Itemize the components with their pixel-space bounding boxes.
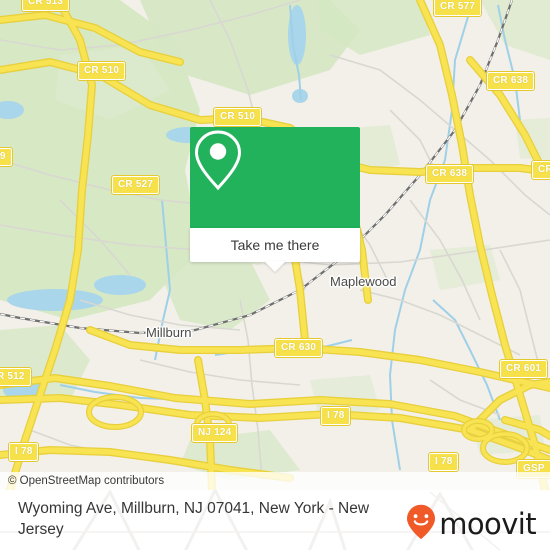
take-me-there-label: Take me there (230, 237, 320, 253)
road-shield: CR 638 (485, 71, 536, 91)
road-shield: R 512 (0, 367, 32, 387)
road-shield: CR (531, 160, 550, 180)
road-shield: I 78 (319, 406, 352, 426)
moovit-pin-smile-icon (406, 504, 436, 545)
map-canvas[interactable]: Maplewood Millburn CR 513 CR 510 9 CR 52… (0, 0, 550, 490)
popup-tail (264, 261, 286, 272)
popup-header (190, 127, 360, 228)
road-shield: CR 638 (424, 164, 475, 184)
map-screenshot: Maplewood Millburn CR 513 CR 510 9 CR 52… (0, 0, 550, 550)
road-shield: CR 577 (432, 0, 483, 17)
road-shield: I 78 (427, 452, 460, 472)
take-me-there-button[interactable]: Take me there (190, 228, 360, 272)
road-shield: 9 (0, 147, 13, 167)
moovit-wordmark: moovit (439, 507, 536, 541)
road-shield: CR 630 (273, 338, 324, 358)
road-shield: NJ 124 (190, 423, 239, 443)
moovit-logo[interactable]: moovit (406, 504, 537, 545)
road-shield: CR 601 (498, 359, 549, 379)
place-label: Millburn (146, 325, 192, 340)
road-shield: CR 510 (212, 107, 263, 127)
road-shield: I 78 (7, 442, 40, 462)
road-shield: CR 510 (76, 61, 127, 81)
footer-bar: Wyoming Ave, Millburn, NJ 07041, New Yor… (0, 490, 550, 550)
road-shield: CR 527 (110, 175, 161, 195)
page-title: Wyoming Ave, Millburn, NJ 07041, New Yor… (18, 500, 370, 538)
road-shield: CR 513 (20, 0, 71, 12)
location-popup[interactable]: Take me there (190, 127, 360, 272)
place-label: Maplewood (330, 274, 397, 289)
osm-attribution[interactable]: © OpenStreetMap contributors (0, 472, 550, 490)
